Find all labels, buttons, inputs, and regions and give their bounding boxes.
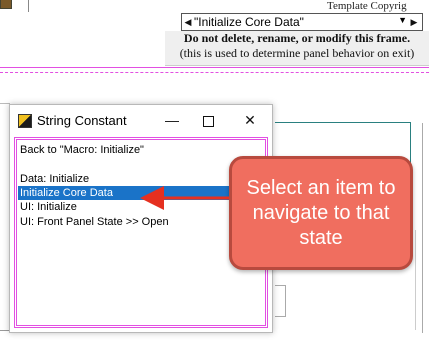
string-wire	[0, 67, 429, 68]
structure-border	[422, 123, 423, 333]
previous-case-icon[interactable]: ◀	[183, 16, 193, 28]
maximize-icon	[202, 115, 214, 127]
window-titlebar[interactable]: String Constant — ✕	[10, 105, 272, 137]
instruction-callout: Select an item to navigate to that state	[229, 156, 413, 270]
labview-app-icon	[18, 114, 32, 128]
list-item-initialize-core-data[interactable]: Initialize Core Data	[18, 186, 264, 200]
list-item-back-to-macro[interactable]: Back to "Macro: Initialize"	[18, 143, 264, 157]
list-item-ui-initialize[interactable]: UI: Initialize	[18, 200, 264, 214]
string-wire-dashed	[0, 72, 429, 73]
list-item-ui-front-panel-open[interactable]: UI: Front Panel State >> Open	[18, 215, 264, 229]
maximize-button[interactable]	[194, 109, 222, 131]
vi-icon	[0, 0, 12, 9]
list-item-data-initialize[interactable]: Data: Initialize	[18, 172, 264, 186]
frame-note-subtitle: (this is used to determine panel behavio…	[179, 46, 415, 60]
frame-note: Do not delete, rename, or modify this fr…	[165, 31, 429, 66]
dropdown-icon[interactable]: ▼	[398, 15, 407, 25]
template-copyright-label: Template Copyrig	[327, 0, 407, 12]
case-selector[interactable]: ◀ "Initialize Core Data" ▼ ▶	[181, 13, 423, 31]
structure-border-inner	[415, 230, 416, 330]
window-title: String Constant	[37, 113, 127, 128]
next-case-icon[interactable]: ▶	[409, 16, 419, 28]
terminal-box	[275, 285, 286, 317]
close-button[interactable]: ✕	[236, 109, 264, 131]
case-selector-value: "Initialize Core Data"	[194, 15, 304, 29]
frame-note-title: Do not delete, rename, or modify this fr…	[183, 31, 411, 45]
minimize-button[interactable]: —	[158, 109, 186, 131]
cluster-wire	[275, 122, 411, 123]
divider	[28, 0, 29, 12]
